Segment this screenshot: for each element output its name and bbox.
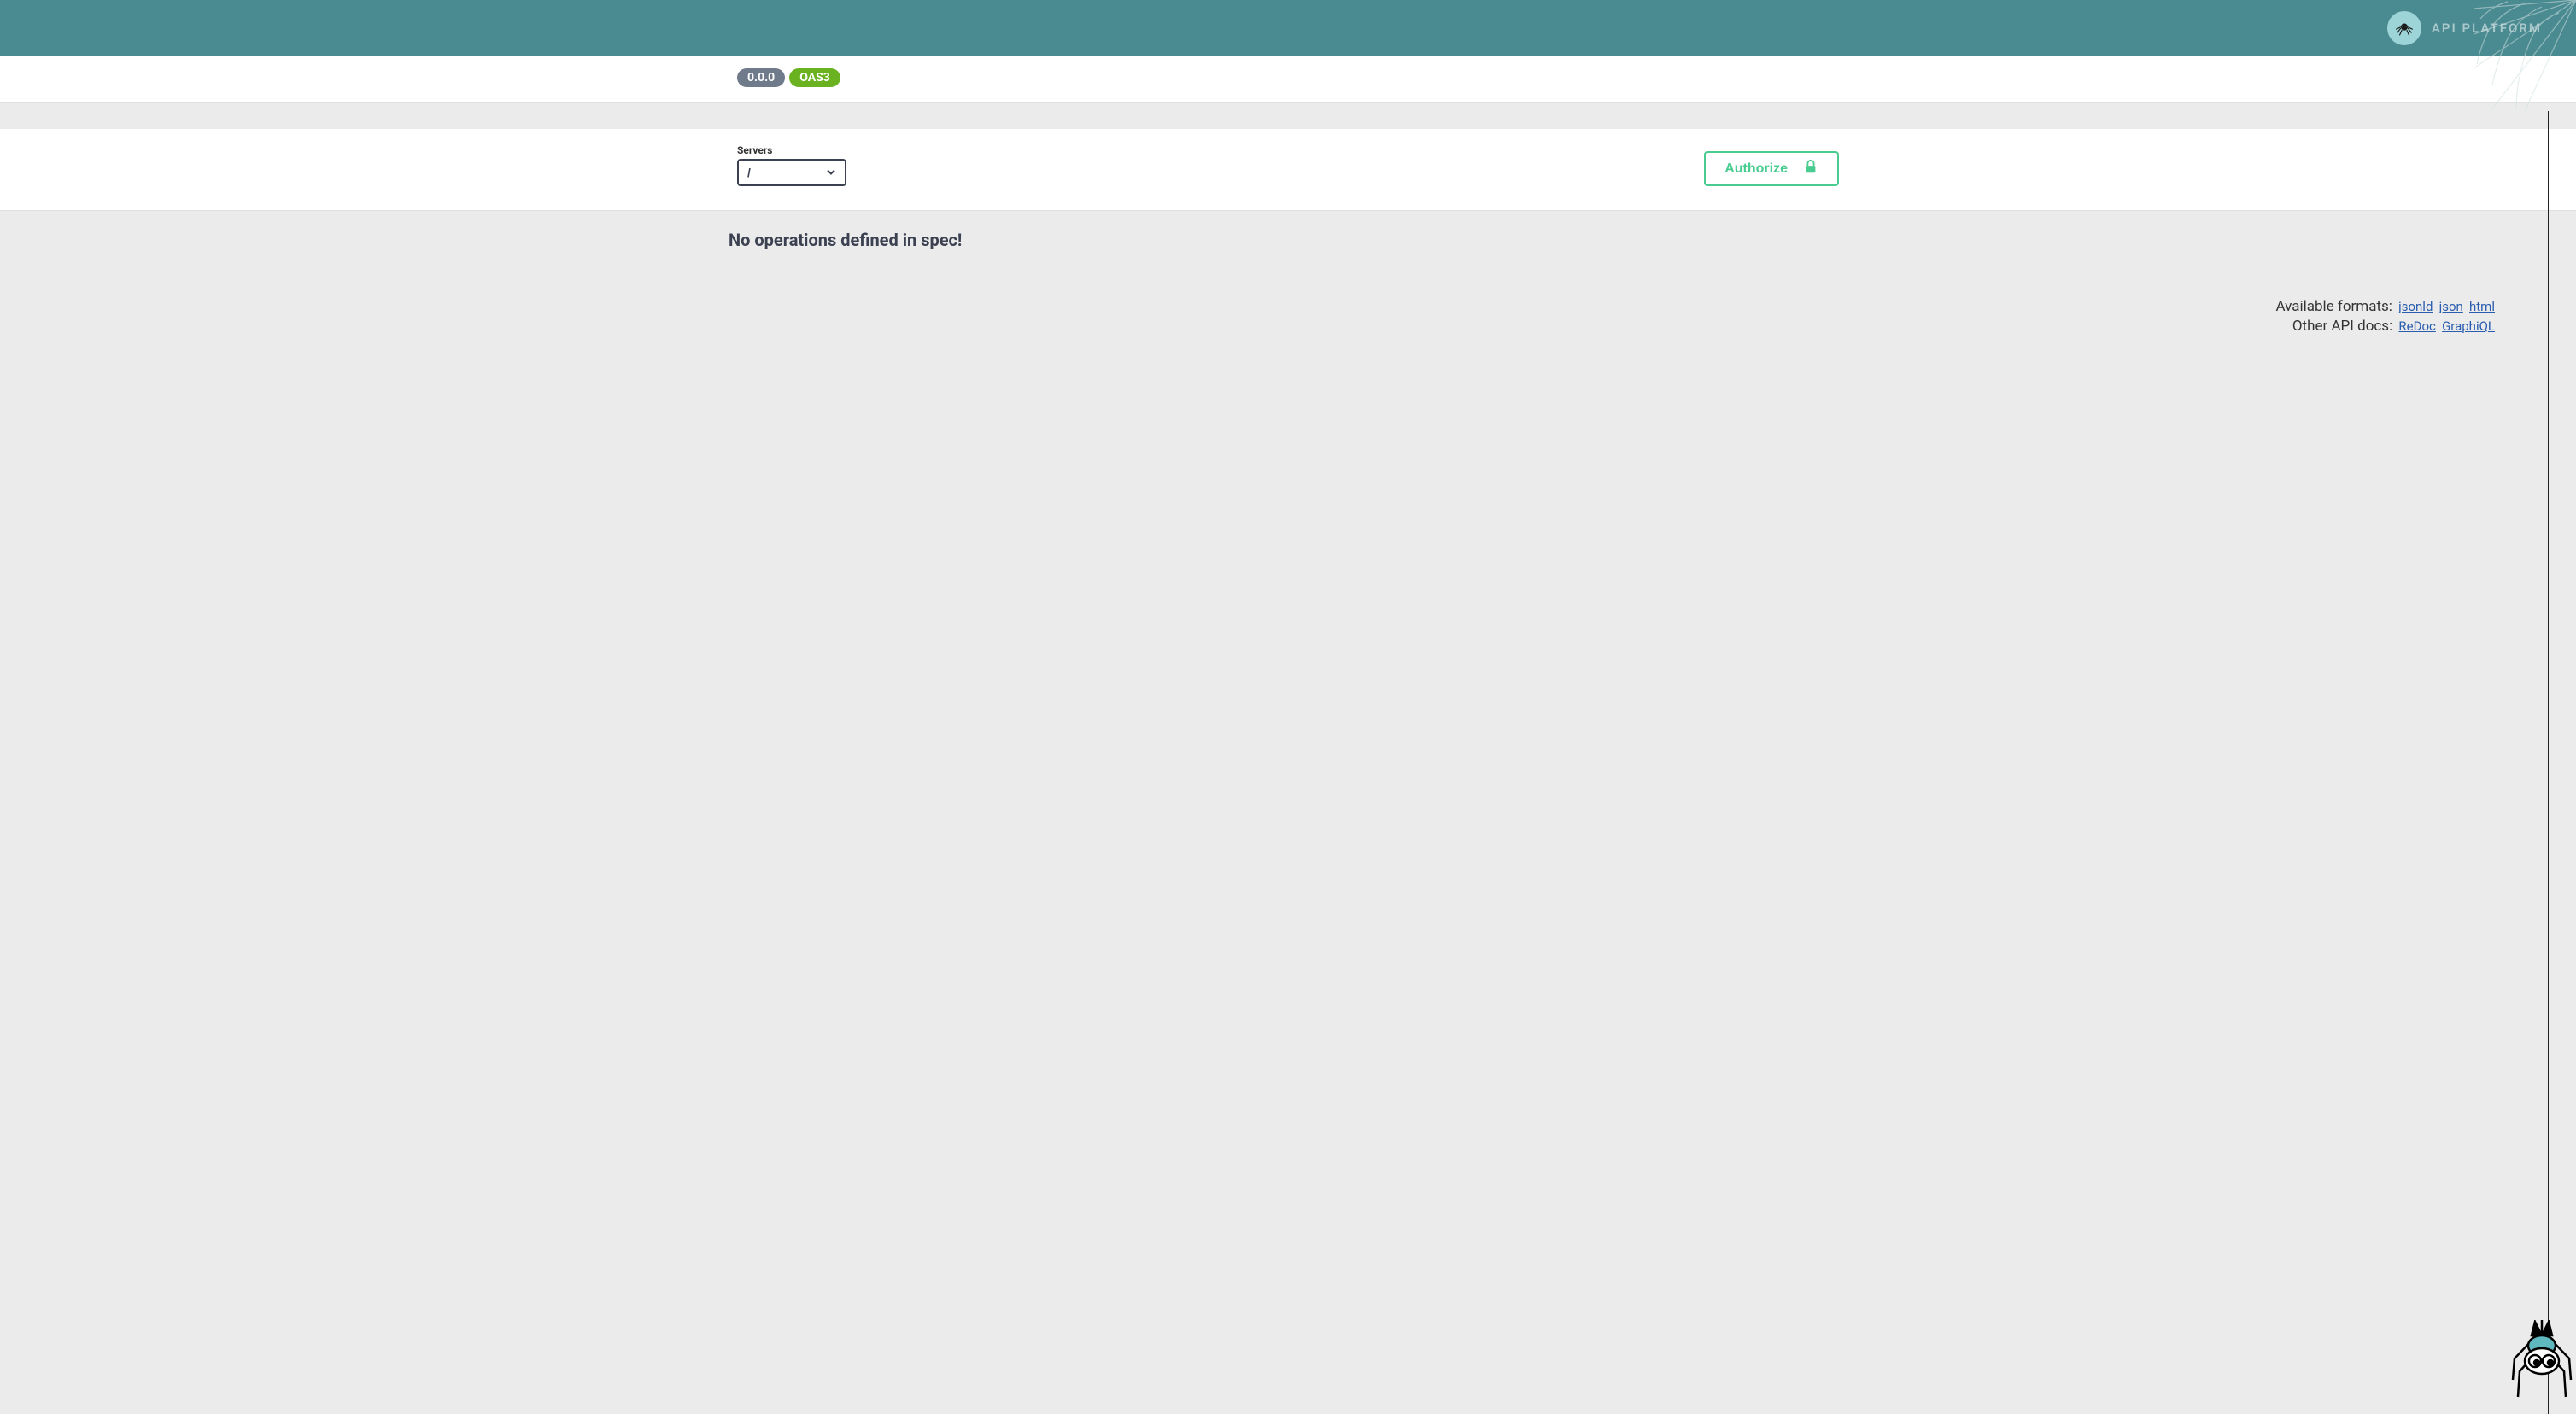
info-section: 0.0.0 OAS3 [0, 56, 2576, 103]
lock-icon [1803, 159, 1818, 178]
spider-mascot-icon [2508, 1320, 2576, 1414]
app-header: API Platform [0, 0, 2576, 56]
server-select[interactable]: / [737, 159, 846, 186]
divider [0, 103, 2576, 129]
available-formats-label: Available formats: [2275, 298, 2392, 315]
format-link-json[interactable]: json [2439, 299, 2463, 314]
brand-logo[interactable]: API Platform [2387, 11, 2542, 45]
brand-text: API Platform [2432, 20, 2542, 36]
servers-label: Servers [737, 144, 846, 156]
no-operations-message: No operations defined in spec! [729, 230, 1847, 250]
servers-section: Servers / Authorize [0, 129, 2576, 211]
docs-link-graphiql[interactable]: GraphiQL [2442, 318, 2495, 334]
authorize-button[interactable]: Authorize [1704, 151, 1839, 186]
docs-link-redoc[interactable]: ReDoc [2398, 318, 2435, 334]
operations-section: No operations defined in spec! [729, 211, 1847, 259]
authorize-label: Authorize [1724, 161, 1788, 177]
brand-icon [2387, 11, 2421, 45]
badges-row: 0.0.0 OAS3 [737, 68, 1839, 87]
formats-section: Available formats: jsonld json html Othe… [0, 259, 2576, 346]
other-docs-label: Other API docs: [2292, 318, 2392, 335]
format-link-html[interactable]: html [2469, 299, 2495, 314]
format-link-jsonld[interactable]: jsonld [2398, 299, 2433, 314]
oas-badge: OAS3 [789, 68, 840, 87]
version-badge: 0.0.0 [737, 68, 785, 87]
